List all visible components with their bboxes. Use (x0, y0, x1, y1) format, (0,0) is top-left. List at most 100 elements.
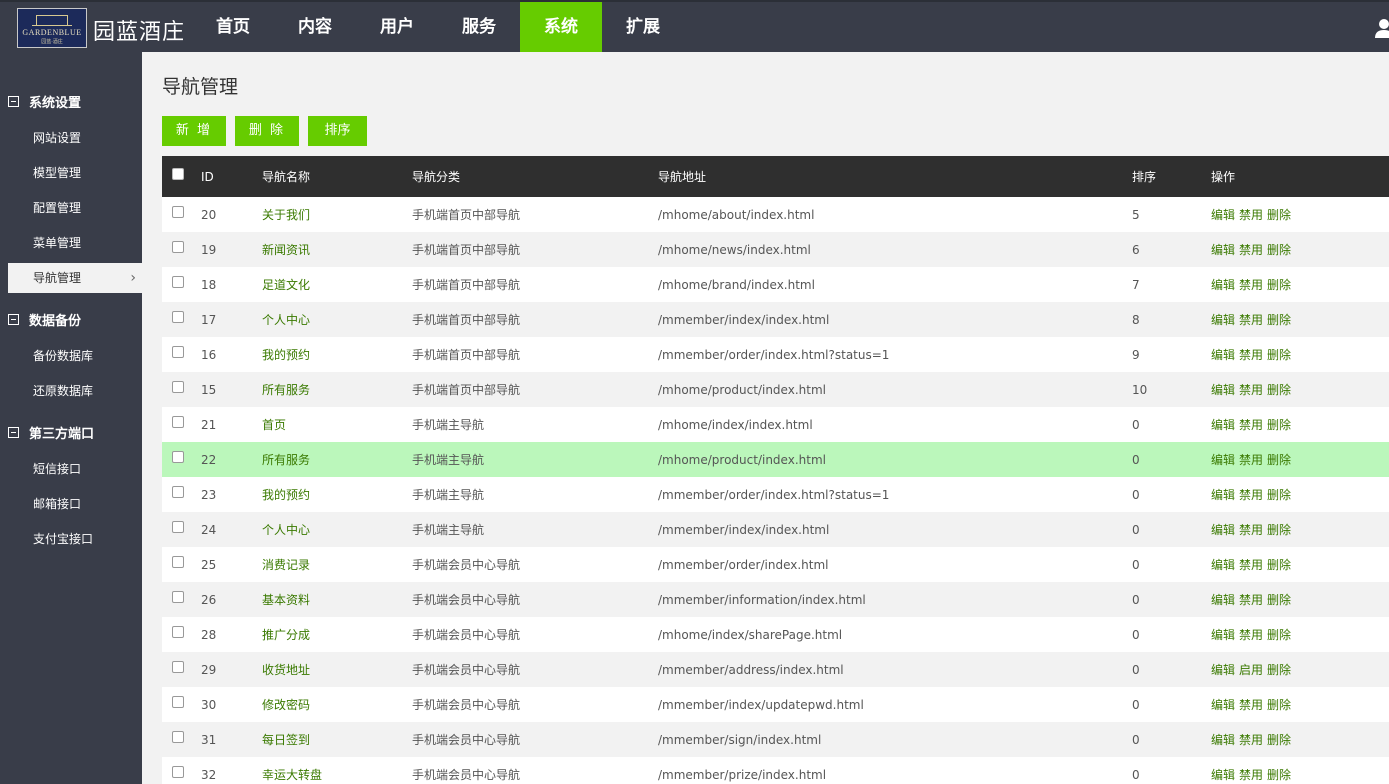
sidebar-item-site-settings[interactable]: 网站设置 (8, 123, 142, 153)
delete-link[interactable]: 删除 (1267, 766, 1291, 783)
cell-name[interactable]: 所有服务 (262, 442, 310, 477)
table-row[interactable]: 29 收货地址 手机端会员中心导航/mmember/address/index.ht… (162, 652, 1389, 687)
edit-link[interactable]: 编辑 (1211, 626, 1235, 643)
top-nav-content[interactable]: 内容 (274, 2, 356, 52)
edit-link[interactable]: 编辑 (1211, 731, 1235, 748)
cell-name[interactable]: 基本资料 (262, 582, 310, 617)
cell-name[interactable]: 我的预约 (262, 337, 310, 372)
row-checkbox[interactable] (172, 695, 184, 708)
delete-link[interactable]: 删除 (1267, 416, 1291, 433)
row-checkbox[interactable] (172, 660, 184, 673)
delete-link[interactable]: 删除 (1267, 591, 1291, 608)
delete-link[interactable]: 删除 (1267, 451, 1291, 468)
edit-link[interactable]: 编辑 (1211, 206, 1235, 223)
edit-link[interactable]: 编辑 (1211, 661, 1235, 678)
row-checkbox[interactable] (172, 275, 184, 288)
cell-name[interactable]: 推广分成 (262, 617, 310, 652)
delete-link[interactable]: 删除 (1267, 486, 1291, 503)
edit-link[interactable]: 编辑 (1211, 556, 1235, 573)
edit-link[interactable]: 编辑 (1211, 696, 1235, 713)
edit-link[interactable]: 编辑 (1211, 486, 1235, 503)
cell-name[interactable]: 幸运大转盘 (262, 757, 322, 784)
sidebar-group-system-settings[interactable]: 系统设置 (8, 92, 81, 111)
cell-name[interactable]: 所有服务 (262, 372, 310, 407)
toggle-status-link[interactable]: 禁用 (1239, 381, 1263, 398)
top-nav-extensions[interactable]: 扩展 (602, 2, 684, 52)
toggle-status-link[interactable]: 禁用 (1239, 241, 1263, 258)
edit-link[interactable]: 编辑 (1211, 451, 1235, 468)
row-checkbox[interactable] (172, 345, 184, 358)
top-nav-system[interactable]: 系统 (520, 2, 602, 52)
table-row[interactable]: 19 新闻资讯 手机端首页中部导航/mhome/news/index.html 6 编辑… (162, 232, 1389, 267)
sidebar-item-nav-management[interactable]: 导航管理 › (8, 263, 142, 293)
sidebar-group-third-party[interactable]: 第三方端口 (8, 423, 94, 442)
cell-name[interactable]: 关于我们 (262, 197, 310, 232)
top-nav-home[interactable]: 首页 (192, 2, 274, 52)
sidebar-item-model-management[interactable]: 模型管理 (8, 158, 142, 188)
cell-name[interactable]: 新闻资讯 (262, 232, 310, 267)
toggle-status-link[interactable]: 禁用 (1239, 731, 1263, 748)
table-row[interactable]: 26 基本资料 手机端会员中心导航/mmember/information/inde… (162, 582, 1389, 617)
toggle-status-link[interactable]: 启用 (1239, 661, 1263, 678)
sidebar-item-config-management[interactable]: 配置管理 (8, 193, 142, 223)
toggle-status-link[interactable]: 禁用 (1239, 766, 1263, 783)
delete-link[interactable]: 删除 (1267, 556, 1291, 573)
cell-name[interactable]: 首页 (262, 407, 286, 442)
logo[interactable]: GARDENBLUE 园蓝·酒庄 (17, 8, 87, 48)
table-row[interactable]: 25 消费记录 手机端会员中心导航/mmember/order/index.html… (162, 547, 1389, 582)
cell-name[interactable]: 收货地址 (262, 652, 310, 687)
delete-button[interactable]: 删 除 (235, 116, 299, 146)
edit-link[interactable]: 编辑 (1211, 416, 1235, 433)
cell-name[interactable]: 修改密码 (262, 687, 310, 722)
edit-link[interactable]: 编辑 (1211, 311, 1235, 328)
cell-name[interactable]: 每日签到 (262, 722, 310, 757)
toggle-status-link[interactable]: 禁用 (1239, 486, 1263, 503)
sidebar-item-backup-db[interactable]: 备份数据库 (8, 341, 142, 371)
table-row[interactable]: 30 修改密码 手机端会员中心导航/mmember/index/updatepwd.… (162, 687, 1389, 722)
delete-link[interactable]: 删除 (1267, 696, 1291, 713)
user-icon[interactable] (1374, 18, 1389, 38)
cell-name[interactable]: 我的预约 (262, 477, 310, 512)
select-all-checkbox[interactable] (172, 167, 184, 180)
row-checkbox[interactable] (172, 205, 184, 218)
delete-link[interactable]: 删除 (1267, 381, 1291, 398)
edit-link[interactable]: 编辑 (1211, 276, 1235, 293)
sidebar-item-sms-api[interactable]: 短信接口 (8, 454, 142, 484)
toggle-status-link[interactable]: 禁用 (1239, 451, 1263, 468)
table-row[interactable]: 18 足道文化 手机端首页中部导航/mhome/brand/index.html 7 编… (162, 267, 1389, 302)
top-nav-users[interactable]: 用户 (356, 2, 438, 52)
delete-link[interactable]: 删除 (1267, 206, 1291, 223)
delete-link[interactable]: 删除 (1267, 241, 1291, 258)
row-checkbox[interactable] (172, 520, 184, 533)
table-row[interactable]: 17 个人中心 手机端首页中部导航/mmember/index/index.html… (162, 302, 1389, 337)
toggle-status-link[interactable]: 禁用 (1239, 206, 1263, 223)
cell-name[interactable]: 个人中心 (262, 302, 310, 337)
delete-link[interactable]: 删除 (1267, 661, 1291, 678)
row-checkbox[interactable] (172, 730, 184, 743)
sidebar-item-email-api[interactable]: 邮箱接口 (8, 489, 142, 519)
delete-link[interactable]: 删除 (1267, 521, 1291, 538)
add-button[interactable]: 新 增 (162, 116, 226, 146)
edit-link[interactable]: 编辑 (1211, 381, 1235, 398)
delete-link[interactable]: 删除 (1267, 731, 1291, 748)
table-row[interactable]: 15 所有服务 手机端首页中部导航/mhome/product/index.html… (162, 372, 1389, 407)
table-row[interactable]: 16 我的预约 手机端首页中部导航/mmember/order/index.html… (162, 337, 1389, 372)
delete-link[interactable]: 删除 (1267, 346, 1291, 363)
toggle-status-link[interactable]: 禁用 (1239, 346, 1263, 363)
cell-name[interactable]: 个人中心 (262, 512, 310, 547)
toggle-status-link[interactable]: 禁用 (1239, 311, 1263, 328)
sidebar-item-alipay-api[interactable]: 支付宝接口 (8, 524, 142, 554)
sidebar-item-menu-management[interactable]: 菜单管理 (8, 228, 142, 258)
table-row[interactable]: 21 首页 手机端主导航/mhome/index/index.html 0 编辑 禁用 删除 (162, 407, 1389, 442)
row-checkbox[interactable] (172, 310, 184, 323)
table-row[interactable]: 20 关于我们 手机端首页中部导航/mhome/about/index.html 5 编… (162, 197, 1389, 232)
edit-link[interactable]: 编辑 (1211, 346, 1235, 363)
row-checkbox[interactable] (172, 625, 184, 638)
edit-link[interactable]: 编辑 (1211, 766, 1235, 783)
toggle-status-link[interactable]: 禁用 (1239, 276, 1263, 293)
sidebar-item-restore-db[interactable]: 还原数据库 (8, 376, 142, 406)
toggle-status-link[interactable]: 禁用 (1239, 556, 1263, 573)
delete-link[interactable]: 删除 (1267, 311, 1291, 328)
row-checkbox[interactable] (172, 590, 184, 603)
row-checkbox[interactable] (172, 485, 184, 498)
